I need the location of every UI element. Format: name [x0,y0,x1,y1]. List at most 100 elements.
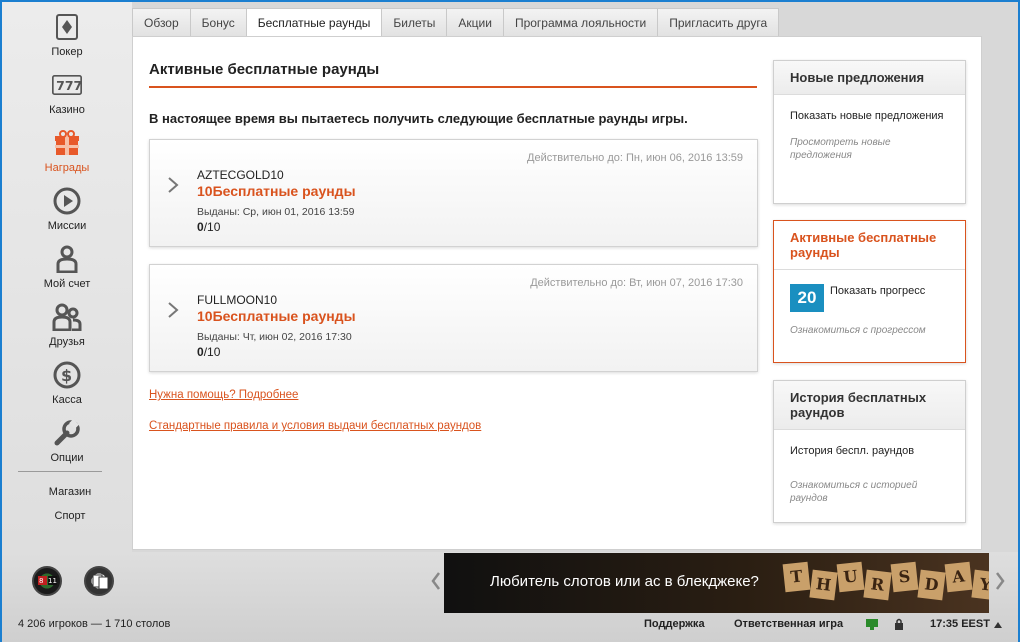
responsible-gaming-link[interactable]: Ответственная игра [734,618,843,630]
issued-date: Выданы: Ср, июн 01, 2016 13:59 [197,206,355,218]
banner-letter: U [836,561,865,593]
banner-text: Любитель слотов или ас в блекджеке? [490,573,759,590]
tab-bonus[interactable]: Бонус [189,8,247,36]
game-code: FULLMOON10 [197,293,278,307]
promo-banner[interactable]: Любитель слотов или ас в блекджеке? T H … [444,553,989,613]
count-badge: 20 [790,284,824,312]
banner-letter: H [809,569,838,601]
active-free-rounds-card: Активные бесплатные раунды 20 Показать пр… [773,220,966,363]
history-title: История бесплатных раундов [774,381,965,430]
free-rounds-card[interactable]: Действительно до: Вт, июн 07, 2016 17:30… [149,264,758,372]
roulette-icon[interactable]: 8 11 [32,566,62,596]
tab-free-rounds[interactable]: Бесплатные раунды [245,8,383,37]
chevron-right-icon [168,302,179,318]
monitor-icon[interactable] [866,619,878,630]
nav-label: Награды [44,162,90,174]
tab-bar: Обзор Бонус Бесплатные раунды Билеты Акц… [132,8,780,37]
progress: 0/10 [197,220,220,234]
banner-letter: R [863,569,892,601]
progress-total: /10 [203,220,221,234]
history-card: История бесплатных раундов История беспл… [773,380,966,523]
progress-link[interactable]: Ознакомиться с прогрессом [790,324,949,337]
nav-label: Касса [52,394,82,406]
page-subtitle: В настоящее время вы пытаетесь получить … [149,111,688,126]
issued-date: Выданы: Чт, июн 02, 2016 17:30 [197,331,352,343]
chevron-right-icon [168,177,179,193]
tab-tickets[interactable]: Билеты [381,8,448,36]
nav-item-cashier[interactable]: $ Касса [2,360,132,418]
help-link[interactable]: Нужна помощь? Подробнее [149,389,298,401]
nav-item-friends[interactable]: Друзья [2,302,132,360]
players-count: 4 206 игроков — 1 710 столов [18,618,171,630]
rounds-count: 10Бесплатные раунды [197,308,356,324]
wrench-icon [52,418,82,448]
clock-time: 17:35 EEST [930,618,990,630]
free-rounds-card[interactable]: Действительно до: Пн, июн 06, 2016 13:59… [149,139,758,247]
banner-thursdays-word: T H U R S D A Y [782,561,989,601]
tab-invite-friend[interactable]: Пригласить друга [657,8,780,36]
nav-label: Казино [49,104,85,116]
nav-item-options[interactable]: Опции [2,418,132,476]
banner-letter: T [782,561,811,593]
tab-overview[interactable]: Обзор [132,8,191,36]
page-title: Активные бесплатные раунды [149,61,757,88]
tab-loyalty[interactable]: Программа лояльности [502,8,659,36]
nav-item-casino[interactable]: 777 Казино [2,70,132,128]
blackjack-icon[interactable] [84,566,114,596]
left-navigation: Покер 777 Казино Награды Миссии Мой счет… [2,2,132,552]
window-frame-top [0,0,1020,2]
nav-item-poker[interactable]: Покер [2,12,132,70]
nav-label: Покер [51,46,83,58]
active-free-rounds-title: Активные бесплатные раунды [774,221,965,270]
play-circle-icon [52,186,82,216]
roulette-numbers-icon: 8 11 [38,576,57,585]
nav-label: Мой счет [43,278,91,290]
nav-item-account[interactable]: Мой счет [2,244,132,302]
svg-text:$: $ [61,366,72,385]
slot-777-icon: 777 [52,70,82,100]
game-code: AZTECGOLD10 [197,168,284,182]
banner-letter: S [890,561,919,593]
history-body[interactable]: История беспл. раундов [790,444,949,459]
support-link[interactable]: Поддержка [644,618,705,630]
user-icon [52,244,82,274]
lock-icon[interactable] [894,618,904,630]
svg-text:11: 11 [48,577,57,585]
svg-text:8: 8 [39,577,43,585]
main-panel: Активные бесплатные раунды В настоящее в… [132,36,982,550]
banner-next-arrow-icon[interactable] [992,566,1008,596]
valid-until: Действительно до: Пн, июн 06, 2016 13:59 [527,152,743,164]
progress: 0/10 [197,345,220,359]
new-offers-body[interactable]: Показать новые предложения [790,109,949,124]
diamond-card-icon [52,12,82,42]
nav-label: Друзья [49,336,85,348]
new-offers-title: Новые предложения [774,61,965,95]
friends-icon [52,302,82,332]
progress-total: /10 [203,345,221,359]
dollar-icon: $ [52,360,82,390]
history-link[interactable]: Ознакомиться с историей раундов [790,479,949,505]
show-progress-row[interactable]: 20 Показать прогресс [790,284,949,312]
banner-letter: Y [971,569,989,601]
banner-letter: D [917,569,946,601]
valid-until: Действительно до: Вт, июн 07, 2016 17:30 [530,277,743,289]
nav-divider [18,471,102,472]
banner-prev-arrow-icon[interactable] [428,566,444,596]
chevron-up-icon[interactable] [994,622,1002,628]
nav-item-rewards[interactable]: Награды [2,128,132,186]
progress-done: 0 [197,345,204,359]
new-offers-link[interactable]: Просмотреть новые предложения [790,136,949,162]
nav-item-shop[interactable]: Магазин [2,486,138,498]
banner-letter: A [944,561,973,593]
svg-text:777: 777 [56,78,82,93]
rounds-count: 10Бесплатные раунды [197,183,356,199]
terms-link[interactable]: Стандартные правила и условия выдачи бес… [149,420,481,432]
cards-icon [92,574,109,590]
progress-done: 0 [197,220,204,234]
new-offers-card: Новые предложения Показать новые предлож… [773,60,966,204]
nav-item-missions[interactable]: Миссии [2,186,132,244]
show-progress-label: Показать прогресс [830,285,926,297]
nav-label: Миссии [47,220,87,232]
tab-promotions[interactable]: Акции [446,8,504,36]
nav-item-sport[interactable]: Спорт [2,510,138,522]
